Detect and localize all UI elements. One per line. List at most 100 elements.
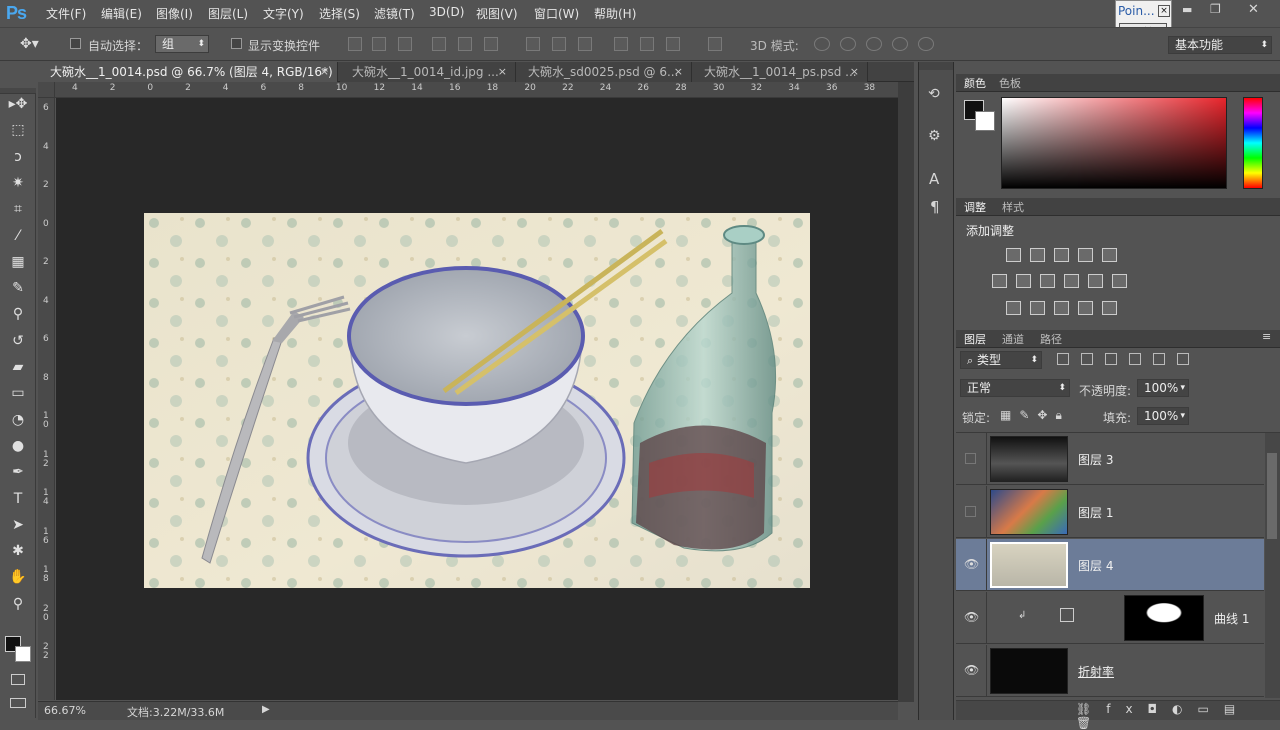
status-menu-arrow-icon[interactable]: ▶ [262,704,270,715]
align-icon[interactable] [372,37,386,51]
adjustment-icon[interactable] [1064,274,1079,288]
layer-row[interactable]: 图层 3 [956,433,1264,485]
move-tool-icon[interactable]: ✥▾ [20,36,39,52]
blend-mode-dropdown[interactable]: 正常 ⬍ [960,379,1070,397]
layer-thumbnail[interactable] [990,436,1068,482]
adjustment-icon[interactable] [1078,248,1093,262]
tab-close-icon[interactable]: × [320,62,329,82]
layer-thumbnail[interactable] [990,489,1068,535]
align-icon[interactable] [348,37,362,51]
3d-mode-icon[interactable] [892,37,908,51]
visibility-eye-icon[interactable] [965,453,976,464]
eraser-icon[interactable]: ▰ [8,357,28,377]
background-color-swatch[interactable] [15,646,31,662]
zoom-level[interactable]: 66.67% [44,704,86,717]
menu-item-1[interactable]: 编辑(E) [101,5,142,22]
visibility-eye-icon[interactable]: 👁︎ [964,663,979,677]
adjustment-icon[interactable] [1054,248,1069,262]
adjustment-icon[interactable] [1078,301,1093,315]
ruler-origin[interactable] [38,82,55,98]
tab-channels[interactable]: 通道 [1002,331,1024,347]
menu-item-4[interactable]: 文字(Y) [263,5,304,22]
tab-styles[interactable]: 样式 [1002,199,1024,215]
3d-mode-icon[interactable] [918,37,934,51]
fill-input[interactable]: 100% ▾ [1137,407,1189,425]
dodge-tool-icon[interactable]: ● [8,436,28,456]
history-icon[interactable]: ⟲ [928,86,940,102]
marquee-tool-icon[interactable]: ⬚ [8,120,28,140]
layer-row[interactable]: 👁︎ ↲ 曲线 1 [956,592,1264,644]
lock-icons[interactable]: ▦✎✥🔒︎ [1000,408,1070,423]
zoom-tool-icon[interactable]: ⚲ [8,594,28,614]
align-icon[interactable] [614,37,628,51]
adjustment-icon[interactable] [1112,274,1127,288]
tab-swatches[interactable]: 色板 [999,75,1021,91]
tab-color[interactable]: 颜色 [964,75,986,91]
tab-close-icon[interactable]: × [498,62,507,82]
restore-button[interactable]: ❐ [1210,2,1221,16]
paragraph-icon[interactable]: ¶ [930,198,940,216]
layer-row[interactable]: 👁︎ 折射率 [956,645,1264,697]
layer-filter-icon[interactable] [1081,353,1093,365]
screen-mode-icon[interactable] [10,698,26,708]
align-icon[interactable] [484,37,498,51]
color-background-swatch[interactable] [975,111,995,131]
opacity-input[interactable]: 100% ▾ [1137,379,1189,397]
layer-row[interactable]: 👁︎ 图层 4 [956,539,1264,591]
adjustment-icon[interactable] [1030,248,1045,262]
path-select-icon[interactable]: ➤ [8,515,28,535]
align-icon[interactable] [432,37,446,51]
healing-brush-icon[interactable]: ▦ [8,252,28,272]
adjustment-icon[interactable] [1102,248,1117,262]
adjustment-icon[interactable] [1040,274,1055,288]
layer-thumbnail[interactable] [990,542,1068,588]
properties-icon[interactable]: ⚙ [928,128,941,144]
align-icon[interactable] [526,37,540,51]
tab-document-1[interactable]: 大碗水__1_0014_id.jpg ... × [340,62,516,82]
adjustment-icon[interactable] [1088,274,1103,288]
menu-item-8[interactable]: 视图(V) [476,5,518,22]
align-icon[interactable] [708,37,722,51]
adjustment-icon[interactable] [1006,248,1021,262]
tab-document-0[interactable]: 大碗水__1_0014.psd @ 66.7% (图层 4, RGB/16*) … [38,62,338,99]
adjustment-icon[interactable] [1016,274,1031,288]
menu-item-10[interactable]: 帮助(H) [594,5,636,22]
menu-item-5[interactable]: 选择(S) [319,5,360,22]
minimize-button[interactable]: ▬ [1182,3,1192,16]
layer-filter-icon[interactable] [1177,353,1189,365]
layer-mask-thumbnail[interactable] [1124,595,1204,641]
visibility-eye-icon[interactable]: 👁︎ [964,610,979,624]
layer-filter-icon[interactable] [1153,353,1165,365]
menu-item-6[interactable]: 滤镜(T) [374,5,415,22]
layer-filter-icon[interactable] [1129,353,1141,365]
close-button[interactable]: ✕ [1248,2,1259,17]
move-tool-icon[interactable]: ▸✥ [8,94,28,114]
3d-mode-icon[interactable] [814,37,830,51]
tab-close-icon[interactable]: × [674,62,683,82]
layer-filter-icon[interactable] [1057,353,1069,365]
blur-tool-icon[interactable]: ◔ [8,410,28,430]
tab-adjustments[interactable]: 调整 [964,199,986,215]
tab-paths[interactable]: 路径 [1040,331,1062,347]
adjustment-icon[interactable] [1030,301,1045,315]
workspace-dropdown[interactable]: 基本功能 ⬍ [1168,36,1272,54]
dock-header[interactable] [919,62,953,70]
auto-select-dropdown[interactable]: 组 ⬍ [155,35,209,53]
color-spectrum-field[interactable] [1001,97,1227,189]
hand-tool-icon[interactable]: ✋ [8,567,28,587]
menu-item-2[interactable]: 图像(I) [156,5,193,22]
quick-mask-icon[interactable] [11,674,25,685]
adjustment-icon[interactable] [1006,301,1021,315]
tab-document-3[interactable]: 大碗水__1_0014_ps.psd ... × [692,62,868,82]
canvas-vertical-scrollbar[interactable] [898,82,914,702]
lasso-tool-icon[interactable]: ↄ [8,147,28,167]
clone-stamp-icon[interactable]: ⚲ [8,304,28,324]
layers-footer-icons[interactable]: ⛓fx◘◐▭▤🗑︎ [1076,702,1280,730]
layer-filter-icon[interactable] [1105,353,1117,365]
crop-tool-icon[interactable]: ⌗ [8,199,28,219]
close-icon[interactable]: × [1158,5,1170,17]
tab-layers[interactable]: 图层 [964,331,986,347]
adjustment-icon[interactable] [1102,301,1117,315]
adjustment-icon[interactable] [992,274,1007,288]
menu-item-7[interactable]: 3D(D) [429,5,464,19]
